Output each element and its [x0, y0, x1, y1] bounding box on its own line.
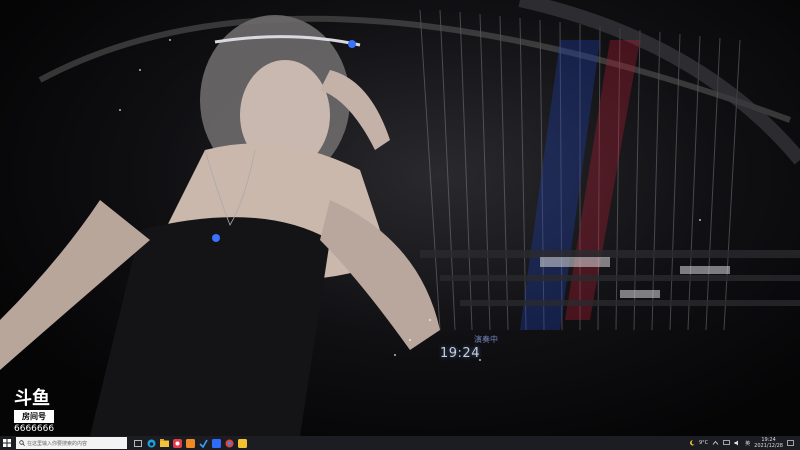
- taskbar-clock[interactable]: 19:24 2021/12/28: [754, 437, 783, 449]
- overlay-clock: 19:24: [440, 346, 480, 361]
- taskbar-date: 2021/12/28: [754, 443, 783, 449]
- wallpaper-art: [0, 0, 800, 436]
- taskbar: 在这里输入你要搜索的内容 9°C 英 19:24 2021/12/28: [0, 436, 800, 450]
- blue-app-icon[interactable]: [198, 438, 208, 448]
- taskbar-search-box[interactable]: 在这里输入你要搜索的内容: [16, 437, 127, 449]
- weather-temp[interactable]: 9°C: [699, 440, 708, 446]
- chrome-icon[interactable]: [224, 438, 234, 448]
- search-placeholder: 在这里输入你要搜索的内容: [27, 440, 88, 447]
- taskbar-pinned-apps: [133, 438, 247, 448]
- watermark-room-label: 房间号: [14, 410, 54, 423]
- overlay-subtitle: 演奏中: [474, 335, 498, 344]
- start-button[interactable]: [0, 436, 14, 450]
- watermark-room-id: 6666666: [14, 424, 55, 434]
- yellow-app-icon[interactable]: [237, 438, 247, 448]
- input-language[interactable]: 英: [745, 440, 750, 447]
- desktop-wallpaper: 演奏中 19:24 斗鱼 房间号 6666666: [0, 0, 800, 436]
- system-tray: 9°C 英 19:24 2021/12/28: [689, 437, 800, 449]
- windows-icon: [3, 439, 11, 447]
- chevron-up-icon[interactable]: [712, 440, 719, 446]
- task-view-icon[interactable]: [133, 438, 143, 448]
- blue-window-app-icon[interactable]: [211, 438, 221, 448]
- orange-app-icon[interactable]: [185, 438, 195, 448]
- network-icon[interactable]: [723, 440, 731, 446]
- edge-icon[interactable]: [146, 438, 156, 448]
- search-icon: [19, 440, 25, 446]
- file-explorer-icon[interactable]: [159, 438, 169, 448]
- stream-watermark: 斗鱼 房间号 6666666: [14, 390, 60, 434]
- moon-weather-icon[interactable]: [689, 440, 695, 446]
- volume-icon[interactable]: [734, 440, 741, 446]
- watermark-logo: 斗鱼: [14, 388, 50, 409]
- notification-icon[interactable]: [787, 439, 794, 447]
- red-app-icon[interactable]: [172, 438, 182, 448]
